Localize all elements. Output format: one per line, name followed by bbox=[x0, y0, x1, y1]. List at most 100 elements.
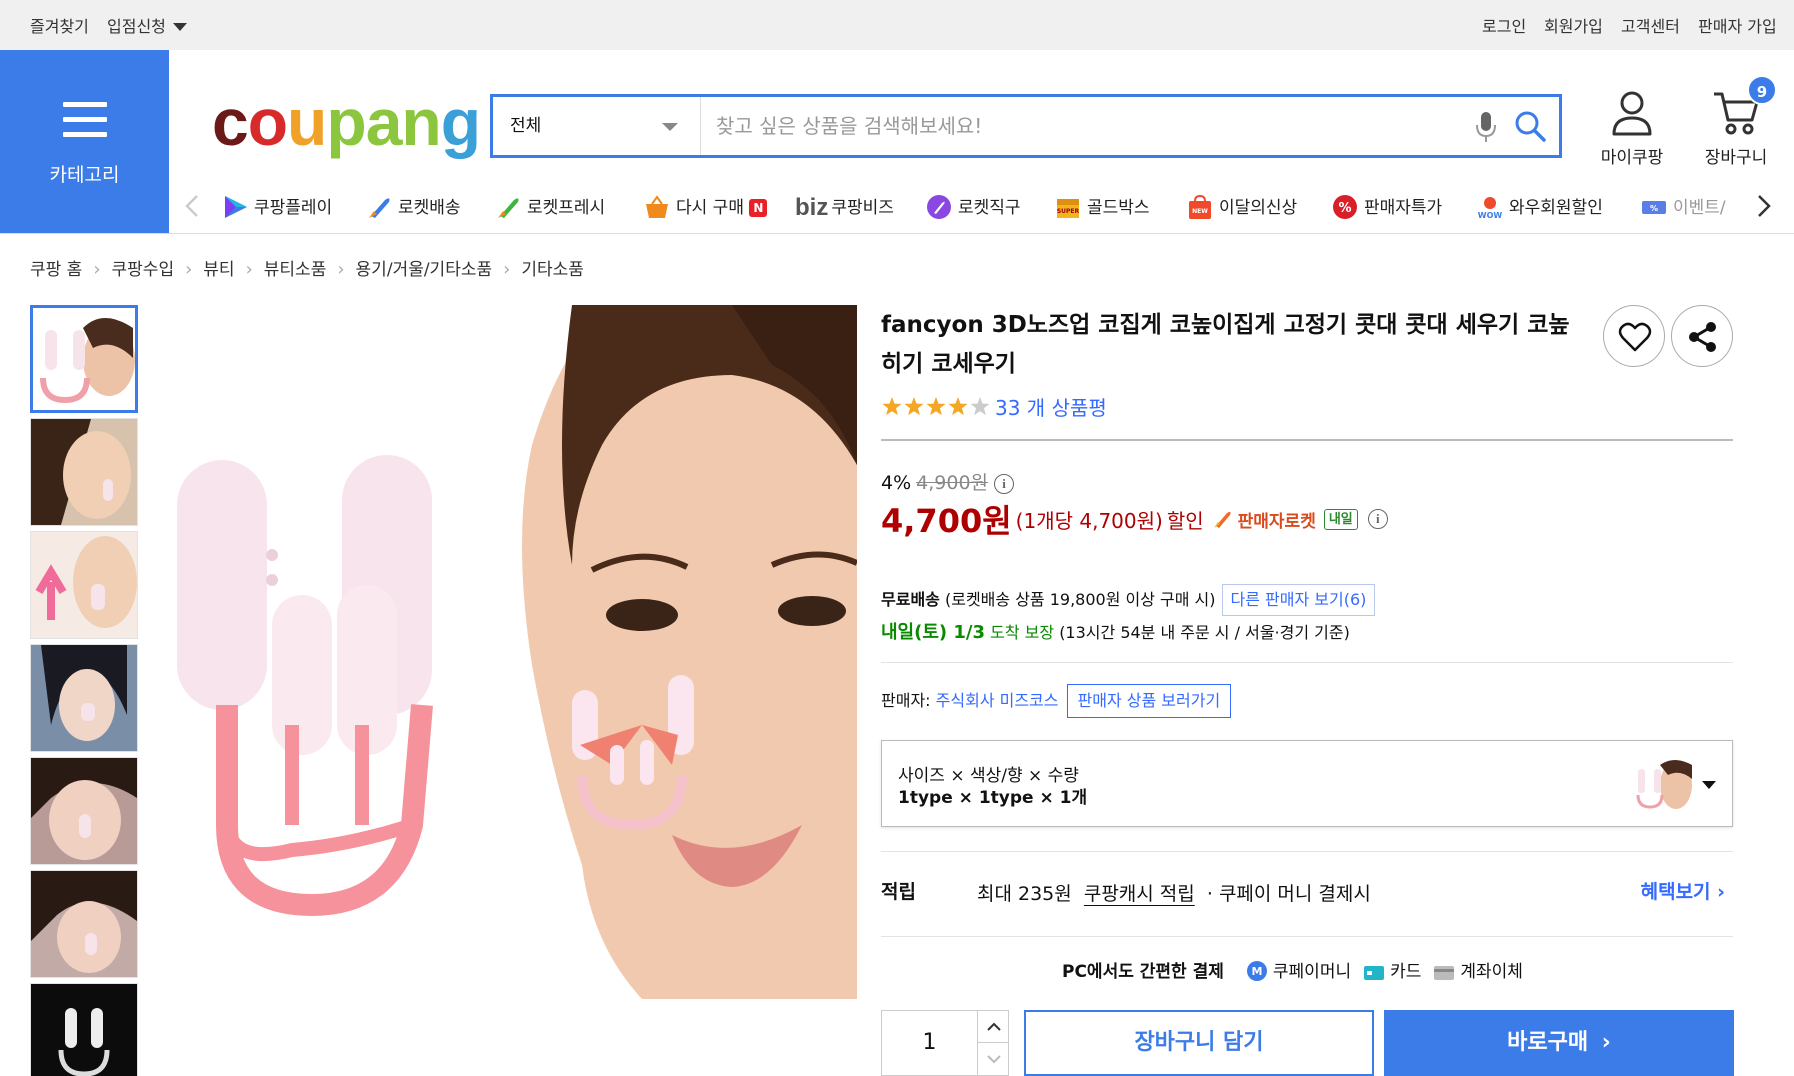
info-icon[interactable]: i bbox=[994, 474, 1015, 494]
chevron-up-icon bbox=[987, 1022, 1001, 1031]
benefit-more-label: 혜택보기 bbox=[1640, 881, 1711, 903]
search-scope-select[interactable]: 전체 bbox=[493, 97, 701, 155]
tomorrow-badge: 내일 bbox=[1323, 508, 1358, 530]
divider bbox=[881, 439, 1733, 441]
thumbnail-4[interactable] bbox=[30, 644, 138, 752]
nav-coupang-play[interactable]: 쿠팡플레이 bbox=[221, 194, 332, 222]
thumbnail-list bbox=[30, 305, 138, 1076]
nav-label: 쿠팡플레이 bbox=[254, 198, 333, 218]
breadcrumb-item[interactable]: 기타소품 bbox=[521, 255, 584, 280]
seller-products-button[interactable]: 판매자 상품 보러가기 bbox=[1066, 684, 1232, 718]
thumbnail-7[interactable] bbox=[30, 983, 138, 1076]
chevron-down-icon bbox=[1702, 781, 1716, 789]
arrival-guarantee: 도착 보장 bbox=[990, 623, 1055, 642]
nav-rocket-delivery[interactable]: 로켓배송 bbox=[365, 194, 461, 222]
cart-count-badge: 9 bbox=[1747, 75, 1777, 105]
play-icon bbox=[225, 196, 247, 218]
thumbnail-5[interactable] bbox=[30, 757, 138, 865]
mycoupang-link[interactable]: 마이쿠팡 bbox=[1584, 88, 1680, 168]
rocket-fresh-icon bbox=[498, 198, 519, 218]
category-menu-button[interactable]: 카테고리 bbox=[0, 50, 169, 233]
arrival-row: 내일(토) 1/3 도착 보장 (13시간 54분 내 주문 시 / 서울·경기… bbox=[881, 618, 1350, 644]
user-icon bbox=[1612, 91, 1652, 136]
thumbnail-1[interactable] bbox=[30, 305, 138, 413]
option-select[interactable]: 사이즈 × 색상/향 × 수량 1type × 1type × 1개 bbox=[881, 740, 1733, 827]
nav-coupang-biz[interactable]: biz 쿠팡비즈 bbox=[795, 194, 894, 222]
review-count[interactable]: 33 개 상품평 bbox=[995, 396, 1107, 420]
unit-price: (1개당 4,700원) bbox=[1015, 508, 1163, 533]
nav-wow-discount[interactable]: WOW 와우회원할인 bbox=[1476, 194, 1603, 222]
nav-label: 판매자특가 bbox=[1364, 198, 1443, 218]
chevron-right-icon[interactable] bbox=[1751, 193, 1775, 219]
other-sellers-button[interactable]: 다른 판매자 보기(6) bbox=[1221, 584, 1376, 616]
thumbnail-6[interactable] bbox=[30, 870, 138, 978]
nav-new-this-month[interactable]: NEW 이달의신상 bbox=[1186, 194, 1297, 222]
coupang-cash-link[interactable]: 쿠팡캐시 적립 bbox=[1084, 883, 1195, 905]
share-button[interactable] bbox=[1671, 305, 1733, 367]
benefit-more-link[interactable]: 혜택보기 › bbox=[1641, 877, 1725, 904]
svg-text:NEW: NEW bbox=[1192, 208, 1208, 215]
shipping-condition: (로켓배송 상품 19,800원 이상 구매 시) bbox=[944, 590, 1216, 609]
login-link[interactable]: 로그인 bbox=[1482, 0, 1526, 50]
seller-row: 판매자: 주식회사 미즈코스 판매자 상품 보러가기 bbox=[881, 684, 1232, 720]
nav-seller-deal[interactable]: % 판매자특가 bbox=[1331, 194, 1442, 222]
payment-title: PC에서도 간편한 결제 bbox=[1062, 962, 1224, 982]
breadcrumb-item[interactable]: 쿠팡수입 bbox=[112, 255, 175, 280]
main-product-image[interactable] bbox=[172, 305, 857, 999]
chevron-down-icon bbox=[987, 1055, 1001, 1064]
nav-gold-box[interactable]: SUPER 골드박스 bbox=[1054, 194, 1150, 222]
heart-icon bbox=[1618, 322, 1652, 352]
info-icon[interactable]: i bbox=[1367, 508, 1388, 529]
thumbnail-3[interactable] bbox=[30, 531, 138, 639]
top-utility-bar: 즐겨찾기 입점신청 로그인 회원가입 고객센터 판매자 가입 bbox=[0, 0, 1794, 50]
microphone-icon[interactable] bbox=[1473, 110, 1499, 144]
nav-label: 로켓배송 bbox=[398, 198, 461, 218]
signup-link[interactable]: 회원가입 bbox=[1544, 0, 1603, 50]
wishlist-button[interactable] bbox=[1603, 305, 1665, 367]
chevron-left-icon[interactable] bbox=[181, 193, 205, 219]
nav-rocket-fresh[interactable]: 로켓프레시 bbox=[494, 194, 605, 222]
divider bbox=[881, 662, 1733, 663]
seller-join-link[interactable]: 판매자 가입 bbox=[1698, 0, 1777, 50]
bookmark-link[interactable]: 즐겨찾기 bbox=[30, 0, 89, 50]
breadcrumb-item[interactable]: 뷰티소품 bbox=[264, 255, 327, 280]
add-to-cart-button[interactable]: 장바구니 담기 bbox=[1024, 1010, 1374, 1076]
star-icon bbox=[882, 397, 902, 416]
product-title: fancyon 3D노즈업 코집게 코높이집게 고정기 콧대 콧대 세우기 코높… bbox=[881, 312, 1570, 377]
search-input[interactable] bbox=[716, 111, 1476, 141]
rating-row[interactable]: 33 개 상품평 bbox=[881, 392, 1107, 420]
breadcrumb-item[interactable]: 용기/거울/기타소품 bbox=[356, 255, 493, 280]
hamburger-icon bbox=[63, 102, 107, 147]
buy-now-button[interactable]: 바로구매 › bbox=[1384, 1010, 1734, 1076]
sale-price: 4,700원 bbox=[881, 502, 1012, 540]
quantity-increase-button[interactable] bbox=[977, 1011, 1009, 1043]
nav-label: 로켓직구 bbox=[958, 198, 1021, 218]
discount-row: 4% 4,900원 i bbox=[881, 468, 1015, 495]
customer-center-link[interactable]: 고객센터 bbox=[1621, 0, 1680, 50]
chevron-right-icon: › bbox=[1717, 881, 1725, 903]
search-bar: 전체 bbox=[490, 94, 1562, 158]
seller-name-link[interactable]: 주식회사 미즈코스 bbox=[936, 691, 1059, 710]
breadcrumb-item[interactable]: 뷰티 bbox=[203, 255, 234, 280]
join-store-menu[interactable]: 입점신청 bbox=[107, 0, 187, 50]
shipping-row: 무료배송 (로켓배송 상품 19,800원 이상 구매 시) 다른 판매자 보기(… bbox=[881, 584, 1376, 616]
breadcrumb-item[interactable]: 쿠팡 홈 bbox=[30, 255, 82, 280]
chevron-right-icon: › bbox=[245, 259, 253, 280]
price-row: 4,700원 (1개당 4,700원) 할인 판매자로켓 내일 i bbox=[881, 496, 1388, 540]
card-icon bbox=[1364, 966, 1385, 980]
svg-text:M: M bbox=[1251, 965, 1262, 978]
search-icon[interactable] bbox=[1513, 109, 1547, 143]
category-label: 카테고리 bbox=[49, 164, 120, 186]
nav-rocket-direct[interactable]: 로켓직구 bbox=[925, 194, 1021, 222]
pay-method: 카드 bbox=[1390, 962, 1422, 982]
new-badge-icon: N bbox=[749, 199, 768, 217]
coupang-logo[interactable]: coupang bbox=[212, 82, 481, 162]
quantity-decrease-button[interactable] bbox=[977, 1043, 1009, 1075]
thumbnail-2[interactable] bbox=[30, 418, 138, 526]
star-icon bbox=[948, 397, 968, 416]
nav-buy-again[interactable]: 다시 구매 N bbox=[643, 194, 768, 222]
quantity-input[interactable]: 1 bbox=[882, 1011, 977, 1075]
chevron-right-icon: › bbox=[185, 259, 193, 280]
chevron-right-icon: › bbox=[503, 259, 511, 280]
nav-event[interactable]: % 이벤트/ bbox=[1640, 194, 1746, 222]
